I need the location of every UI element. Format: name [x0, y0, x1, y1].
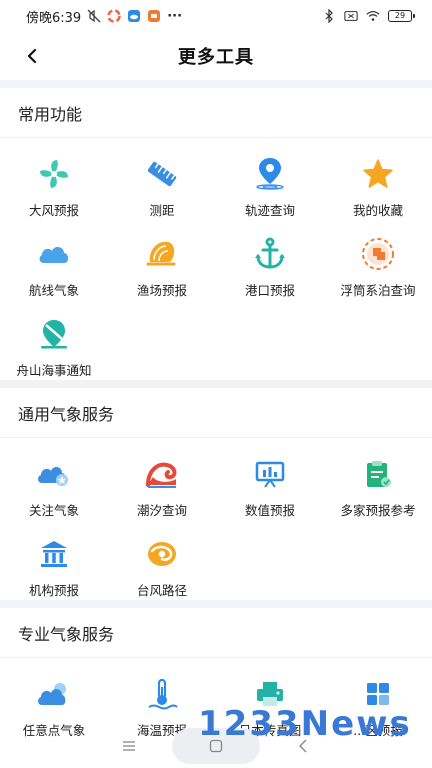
menu-icon — [122, 741, 135, 751]
section-divider — [0, 80, 432, 88]
status-time: 傍晚6:39 — [26, 10, 82, 26]
buoy-icon — [362, 238, 394, 270]
tool-route-weather[interactable]: 航线气象 — [0, 228, 108, 308]
back-button[interactable] — [16, 40, 48, 72]
tool-favorites[interactable]: 我的收藏 — [324, 148, 432, 228]
tool-label: 测距 — [149, 203, 175, 218]
tool-label: 多家预报参考 — [340, 503, 416, 518]
cloud-notification-icon — [128, 10, 141, 22]
tool-agency-forecast[interactable]: 机构预报 — [0, 528, 108, 608]
tool-fishery-forecast[interactable]: 渔场预报 — [108, 228, 216, 308]
cloud-star-icon — [38, 467, 68, 486]
tool-wind-forecast[interactable]: 大风预报 — [0, 148, 108, 228]
building-icon — [41, 541, 67, 567]
tool-port-forecast[interactable]: 港口预报 — [216, 228, 324, 308]
nav-bar: 更多工具 — [0, 32, 432, 80]
tool-typhoon-track[interactable]: 台风路径 — [108, 528, 216, 608]
tool-zhoushan-maritime-notice[interactable]: 舟山海事通知 — [0, 308, 108, 388]
tool-label: 台风路径 — [136, 583, 187, 598]
section-header-common: 常用功能 — [0, 88, 432, 138]
battery-icon: 29 — [388, 10, 415, 22]
section-header-pro-weather: 专业气象服务 — [0, 608, 432, 658]
sim-icon — [344, 11, 358, 21]
battery-level: 29 — [394, 11, 406, 20]
tool-tide-query[interactable]: 潮汐查询 — [108, 448, 216, 528]
tool-label: 浮筒系泊查询 — [340, 283, 416, 298]
typhoon-icon — [148, 542, 176, 566]
status-bar: 傍晚6:39 ··· 29 — [0, 0, 432, 32]
thermometer-icon — [148, 678, 178, 710]
tool-multi-forecast-reference[interactable]: 多家预报参考 — [324, 448, 432, 528]
tool-label: 机构预报 — [28, 583, 79, 598]
tool-buoy-mooring-query[interactable]: 浮筒系泊查询 — [324, 228, 432, 308]
clipboard-icon — [367, 461, 391, 487]
star-icon — [363, 159, 393, 188]
page-title: 更多工具 — [178, 47, 254, 68]
tool-numerical-forecast[interactable]: 数值预报 — [216, 448, 324, 528]
wind-icon — [40, 160, 68, 188]
tool-label: 关注气象 — [28, 503, 79, 518]
section-header-general-weather: 通用气象服务 — [0, 388, 432, 438]
tool-label: 舟山海事通知 — [16, 363, 92, 378]
tool-label: 大风预报 — [28, 203, 79, 218]
chart-board-icon — [255, 461, 285, 488]
app-notification-icon — [107, 9, 121, 23]
tool-label: 潮汐查询 — [136, 503, 187, 518]
tool-follow-weather[interactable]: 关注气象 — [0, 448, 108, 528]
tool-label: 港口预报 — [244, 283, 295, 298]
wave-icon — [146, 462, 177, 488]
chevron-left-icon — [27, 48, 37, 64]
wifi-icon — [366, 11, 380, 21]
tool-ranging[interactable]: 测距 — [108, 148, 216, 228]
bluetooth-icon — [325, 9, 333, 23]
shell-icon — [146, 241, 176, 266]
tool-label: 航线气象 — [28, 283, 79, 298]
notice-icon — [41, 320, 67, 349]
cloud-sun-icon — [38, 683, 66, 705]
tool-label: 渔场预报 — [136, 283, 187, 298]
tool-label: 我的收藏 — [352, 203, 403, 218]
tool-track-query[interactable]: 轨迹查询 — [216, 148, 324, 228]
anchor-icon — [255, 237, 285, 269]
cloud-icon — [39, 247, 69, 263]
ruler-icon — [147, 161, 177, 187]
tool-label: 数值预报 — [244, 503, 295, 518]
message-notification-icon — [148, 10, 161, 22]
tool-label: 轨迹查询 — [244, 203, 295, 218]
location-pin-icon — [256, 158, 284, 190]
mute-icon — [87, 9, 101, 23]
menu-key[interactable] — [115, 732, 143, 760]
more-notifications-icon: ··· — [167, 8, 183, 24]
watermark-logo: 1233News — [198, 704, 412, 744]
